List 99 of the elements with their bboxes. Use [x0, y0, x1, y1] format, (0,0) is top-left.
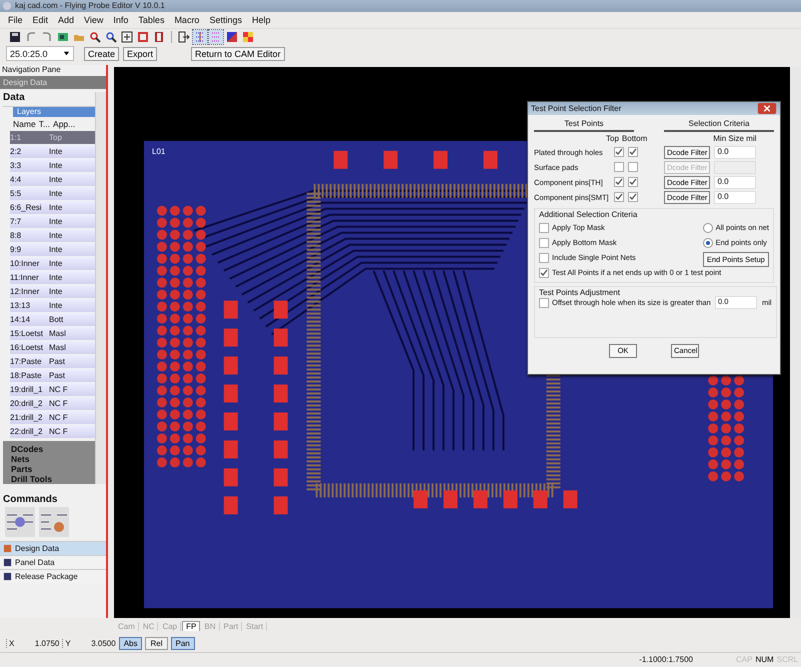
- checkbox[interactable]: [539, 298, 549, 308]
- nav-item[interactable]: Release Package: [0, 568, 106, 583]
- close-icon[interactable]: [757, 102, 777, 114]
- checkbox[interactable]: [539, 268, 549, 278]
- circuit-icon[interactable]: [39, 506, 69, 537]
- layer-row[interactable]: 8:8 Inte: [10, 228, 95, 242]
- tree-group[interactable]: Layers: [13, 106, 95, 117]
- column-header[interactable]: App...: [53, 118, 76, 129]
- checkbox[interactable]: [628, 147, 638, 158]
- window-title: kaj cad.com - Flying Probe Editor V 10.0.1: [15, 1, 165, 10]
- mode-button[interactable]: Abs: [118, 636, 142, 650]
- checkbox[interactable]: [628, 192, 638, 202]
- tree-group[interactable]: Drill Tools: [11, 474, 95, 484]
- checkbox[interactable]: [628, 177, 638, 188]
- menu-item[interactable]: Add: [58, 14, 74, 25]
- layer-row[interactable]: 15:Loetst Masl: [10, 326, 95, 340]
- tree-group[interactable]: DCodes: [11, 444, 95, 454]
- section-title: Commands: [3, 494, 58, 505]
- layer-row[interactable]: 2:2 Inte: [10, 144, 95, 158]
- caret-icon: [63, 50, 70, 58]
- column-header[interactable]: Name: [13, 118, 36, 129]
- palette-icon[interactable]: [241, 30, 255, 44]
- layer-row[interactable]: 20:drill_2 NC F: [10, 396, 95, 410]
- toolbar-button[interactable]: Export: [123, 46, 158, 61]
- coordinate-field[interactable]: 1.0750: [17, 638, 60, 648]
- checkbox[interactable]: [614, 177, 624, 188]
- checkbox[interactable]: [614, 147, 624, 158]
- tree-group[interactable]: Parts: [11, 464, 95, 474]
- column-label: Bottom: [622, 134, 648, 145]
- save-icon[interactable]: [8, 30, 22, 44]
- circuit-icon[interactable]: [5, 506, 35, 537]
- color-icon[interactable]: [225, 30, 239, 44]
- coordinate-label: X: [6, 638, 14, 648]
- board-label: L01: [152, 146, 166, 156]
- nav-item[interactable]: Panel Data: [0, 554, 106, 569]
- layer-row[interactable]: 18:Paste Past: [10, 368, 95, 382]
- checkbox[interactable]: [614, 192, 624, 202]
- exit-icon[interactable]: [177, 30, 191, 44]
- zoom-in-icon[interactable]: [88, 30, 102, 44]
- section-heading: Test Points: [534, 118, 634, 132]
- column-label: Top: [606, 134, 619, 145]
- zoom-out-icon[interactable]: [104, 30, 118, 44]
- layer-row[interactable]: 9:9 Inte: [10, 242, 95, 256]
- mode-button[interactable]: Rel: [145, 636, 168, 650]
- column-label: Min Size mil: [713, 134, 756, 145]
- coordinate-label: Y: [62, 638, 71, 648]
- checkbox[interactable]: [539, 238, 549, 248]
- group-title: Additional Selection Criteria: [539, 210, 638, 219]
- menu-item[interactable]: Help: [252, 14, 270, 25]
- zoom-fit-icon[interactable]: [120, 30, 134, 44]
- menu-item[interactable]: File: [8, 14, 23, 25]
- layer-row[interactable]: 11:Inner Inte: [10, 270, 95, 284]
- menu-item[interactable]: Edit: [32, 14, 48, 25]
- checkbox[interactable]: [539, 222, 549, 233]
- layer-row[interactable]: 10:Inner Inte: [10, 256, 95, 270]
- dialog-title: Test Point Selection Filter: [531, 104, 622, 113]
- toolbar-button[interactable]: Return to CAM Editor: [191, 46, 285, 61]
- menu-item[interactable]: View: [84, 14, 104, 25]
- menu-item[interactable]: Macro: [174, 14, 200, 25]
- checkbox[interactable]: [539, 252, 549, 263]
- layer-row[interactable]: 12:Inner Inte: [10, 284, 95, 298]
- layer-row[interactable]: 17:Paste Past: [10, 354, 95, 368]
- menu-item[interactable]: Settings: [209, 14, 242, 25]
- layer-row[interactable]: 5:5 Inte: [10, 186, 95, 200]
- coordinate-field[interactable]: 3.0500: [74, 638, 116, 648]
- layer-row[interactable]: 7:7 Inte: [10, 214, 95, 228]
- min-size-field[interactable]: 0.0: [714, 190, 756, 204]
- radio-button[interactable]: [702, 222, 713, 233]
- layer-row[interactable]: 14:14 Bott: [10, 312, 95, 326]
- mode-button[interactable]: Pan: [170, 636, 195, 650]
- layer-row[interactable]: 16:Loetst Masl: [10, 340, 95, 354]
- section-heading: Selection Criteria: [664, 118, 774, 132]
- menu-item[interactable]: Info: [113, 14, 128, 25]
- column-header[interactable]: T...: [38, 118, 50, 129]
- radio-button[interactable]: [702, 238, 713, 248]
- cursor-position: -1.1000:1.7500: [639, 655, 693, 664]
- layer-row[interactable]: 13:13 Inte: [10, 298, 95, 312]
- scroll-bar[interactable]: [95, 92, 106, 484]
- view-tab[interactable]: FP: [182, 621, 200, 632]
- key-indicator: NUM: [755, 655, 774, 664]
- app-icon: [3, 2, 11, 10]
- layer-row[interactable]: 4:4 Inte: [10, 172, 95, 186]
- pane-title: Navigation Pane: [2, 64, 61, 74]
- min-size-field[interactable]: 0.0: [714, 176, 756, 189]
- layer-row[interactable]: 21:drill_2 NC F: [10, 410, 95, 424]
- layer-row[interactable]: 22:drill_2 NC F: [10, 424, 95, 438]
- menu-item[interactable]: Tables: [138, 14, 164, 25]
- tree-group[interactable]: Nets: [11, 454, 95, 464]
- layer-row[interactable]: 6:6_Resi Inte: [10, 200, 95, 214]
- toolbar-button[interactable]: Create: [84, 46, 120, 61]
- scroll-bar[interactable]: [790, 66, 801, 618]
- group-title: Test Points Adjustment: [539, 288, 621, 297]
- min-size-field[interactable]: 0.0: [714, 146, 756, 159]
- zoom-combo[interactable]: 25.0:25.0: [6, 46, 74, 62]
- layer-row[interactable]: 3:3 Inte: [10, 158, 95, 172]
- layer-row[interactable]: 19:drill_1 NC F: [10, 382, 95, 396]
- dot-grid-icon[interactable]: [209, 30, 223, 44]
- pane-header: Design Data: [0, 76, 106, 89]
- nav-item[interactable]: Design Data: [0, 540, 106, 555]
